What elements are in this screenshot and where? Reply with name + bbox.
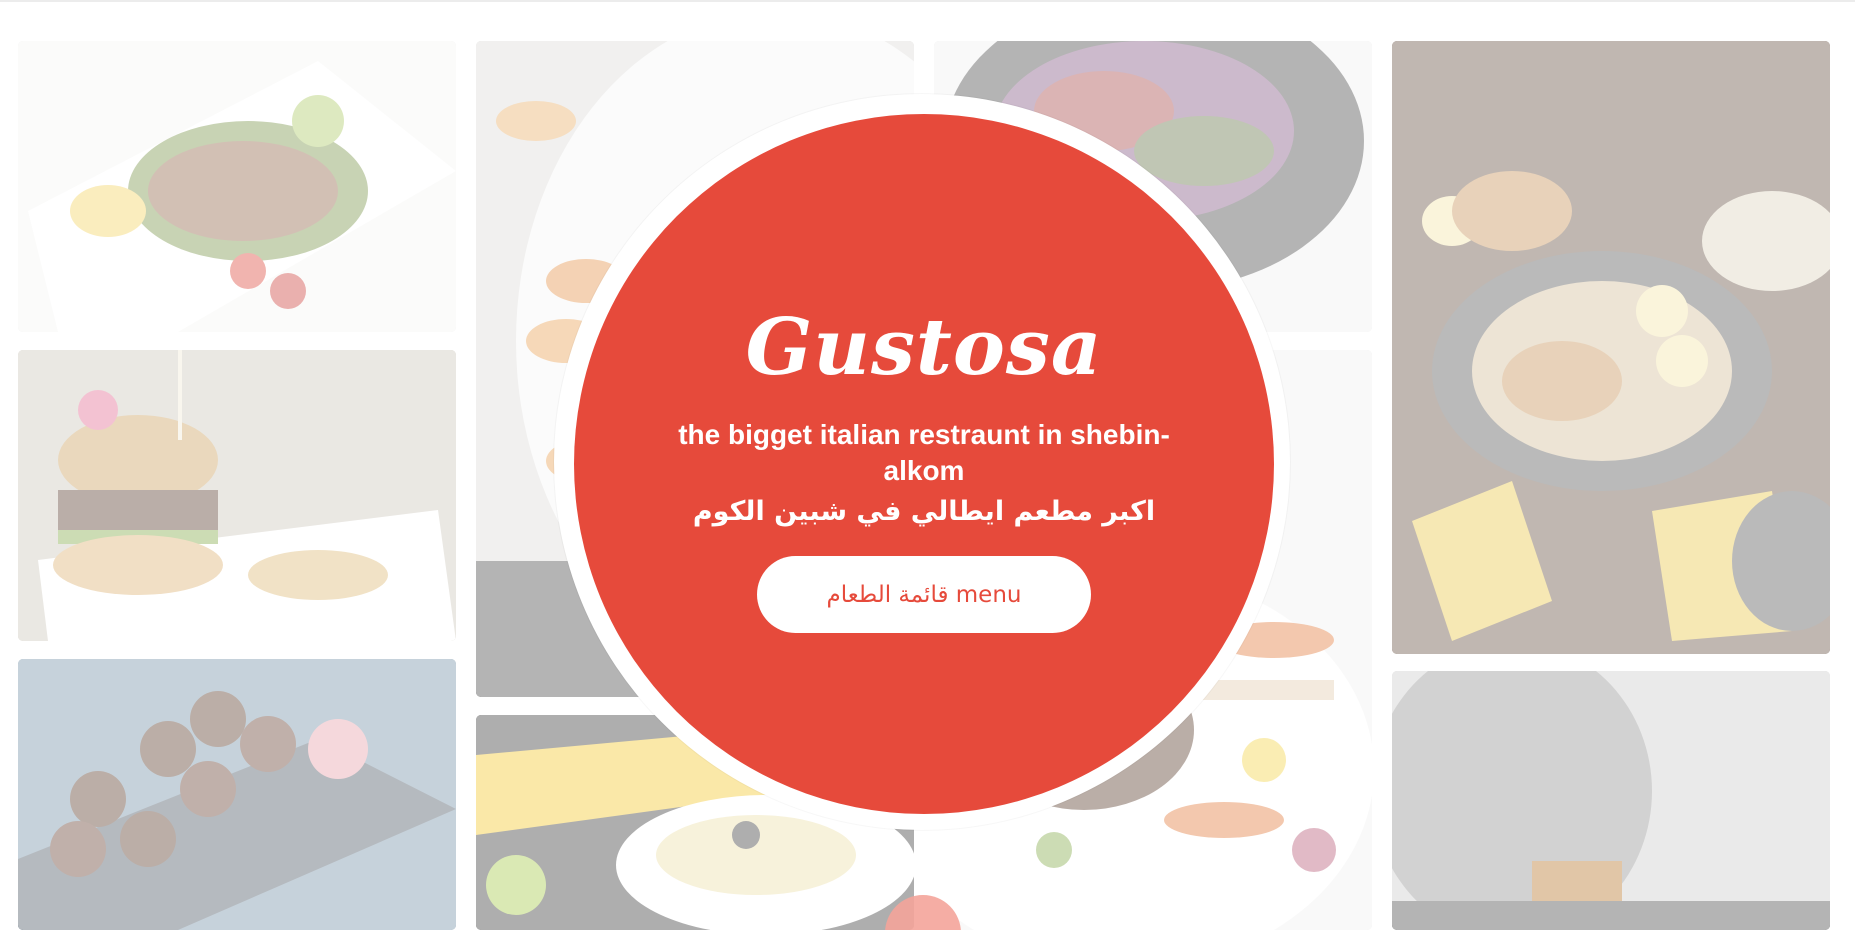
grilled-salmon-photo [18, 41, 456, 332]
burger-photo [18, 350, 456, 641]
fried-platter-photo [1392, 41, 1830, 654]
tagline-english: the bigget italian restraunt in shebin-a… [678, 419, 1170, 486]
brand-title: Gustosa [745, 302, 1103, 393]
sushi-photo [18, 659, 456, 930]
menu-button[interactable]: قائمة الطعام menu [757, 556, 1091, 633]
hero-circle: Gustosa the bigget italian restraunt in … [574, 114, 1274, 814]
tagline-arabic: اكبر مطعم ايطالي في شبين الكوم [692, 496, 1156, 527]
top-divider [0, 0, 1855, 2]
hero-section: Gustosa the bigget italian restraunt in … [0, 0, 1855, 930]
drinks-photo [1392, 671, 1830, 930]
